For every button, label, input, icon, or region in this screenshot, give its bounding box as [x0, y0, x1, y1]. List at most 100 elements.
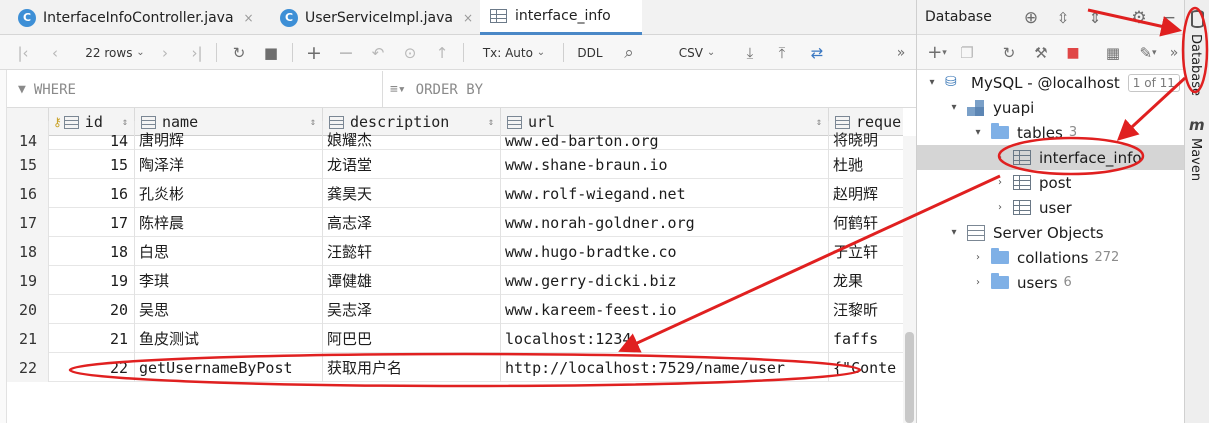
cell-id[interactable]: 20	[49, 295, 135, 324]
tree-node-collations[interactable]: › collations 272	[917, 245, 1185, 270]
close-icon[interactable]: ×	[463, 11, 473, 25]
cell-id[interactable]: 15	[49, 150, 135, 179]
table-row[interactable]: 19 19 李琪 谭健雄 www.gerry-dicki.biz 龙果	[7, 266, 903, 295]
cell-url[interactable]: www.hugo-bradtke.co	[501, 237, 829, 266]
cell-id[interactable]: 14	[49, 121, 135, 150]
vertical-scrollbar[interactable]	[903, 136, 916, 423]
revert-icon[interactable]: ↶	[366, 35, 390, 70]
search-icon[interactable]: ⌕	[617, 35, 641, 70]
cell-description[interactable]: 娘耀杰	[323, 121, 501, 150]
cell-name[interactable]: 陶泽洋	[135, 150, 323, 179]
table-row[interactable]: 22 22 getUsernameByPost 获取用户名 http://loc…	[7, 353, 903, 382]
cell-name[interactable]: 鱼皮测试	[135, 324, 323, 353]
where-filter-input[interactable]: ▼ WHERE	[18, 71, 378, 108]
previous-page-icon[interactable]: ‹	[44, 35, 66, 70]
cell-url[interactable]: localhost:1234	[501, 324, 829, 353]
table-row[interactable]: 15 15 陶泽洋 龙语堂 www.shane-braun.io 杜驰	[7, 150, 903, 179]
expanded-arrow-icon[interactable]: ▾	[947, 102, 961, 113]
cell-url[interactable]: http://localhost:7529/name/user	[501, 353, 829, 382]
compare-icon[interactable]: ⇄	[802, 35, 832, 70]
refresh-icon[interactable]: ↻	[997, 35, 1021, 70]
schema-settings-icon[interactable]: ⚒	[1029, 35, 1053, 70]
toolbar-more-button[interactable]: »	[890, 35, 912, 70]
maven-tool-button[interactable]: Maven	[1188, 138, 1203, 181]
first-page-icon[interactable]: |‹	[12, 35, 34, 70]
cell-id[interactable]: 17	[49, 208, 135, 237]
tree-node-interface-info[interactable]: › interface_info	[917, 145, 1185, 170]
cell-description[interactable]: 谭健雄	[323, 266, 501, 295]
collapsed-arrow-icon[interactable]: ›	[993, 152, 1007, 163]
tree-node-post[interactable]: › post	[917, 170, 1185, 195]
cell-description[interactable]: 龚昊天	[323, 179, 501, 208]
cell-request[interactable]: faffs	[829, 324, 903, 353]
tree-node-users[interactable]: › users 6	[917, 270, 1185, 295]
expanded-arrow-icon[interactable]: ▾	[971, 127, 985, 138]
cell-description[interactable]: 吴志泽	[323, 295, 501, 324]
add-icon[interactable]: + ▾	[923, 35, 951, 70]
refresh-icon[interactable]: ↻	[227, 35, 251, 70]
cell-name[interactable]: getUsernameByPost	[135, 353, 323, 382]
scrollbar-thumb[interactable]	[905, 332, 914, 423]
table-row[interactable]: 18 18 白思 汪懿轩 www.hugo-bradtke.co 于立轩	[7, 237, 903, 266]
export-format-selector[interactable]: CSV ⌄	[668, 35, 726, 70]
order-by-input[interactable]: ≡▾ ORDER BY	[390, 71, 910, 108]
transaction-mode-selector[interactable]: Tx: Auto ⌄	[474, 35, 554, 70]
cell-id[interactable]: 16	[49, 179, 135, 208]
cell-name[interactable]: 吴思	[135, 295, 323, 324]
tab-interface-info[interactable]: interface_info	[480, 0, 642, 35]
cell-description[interactable]: 高志泽	[323, 208, 501, 237]
edit-icon[interactable]: ✎ ▾	[1135, 35, 1161, 70]
cell-request[interactable]: 汪黎昕	[829, 295, 903, 324]
database-tool-button[interactable]: Database	[1188, 34, 1203, 96]
cell-id[interactable]: 21	[49, 324, 135, 353]
cell-url[interactable]: www.ed-barton.org	[501, 121, 829, 150]
cell-name[interactable]: 孔炎彬	[135, 179, 323, 208]
tree-node-user[interactable]: › user	[917, 195, 1185, 220]
cell-name[interactable]: 唐明辉	[135, 121, 323, 150]
tree-node-schema[interactable]: ▾ yuapi	[917, 95, 1185, 120]
tab-interface-info-controller[interactable]: C InterfaceInfoController.java ×	[8, 0, 270, 35]
table-row[interactable]: 21 21 鱼皮测试 阿巴巴 localhost:1234 faffs	[7, 324, 903, 353]
gear-icon[interactable]: ⚙	[1127, 0, 1151, 35]
cell-url[interactable]: www.rolf-wiegand.net	[501, 179, 829, 208]
cell-id[interactable]: 18	[49, 237, 135, 266]
cell-name[interactable]: 白思	[135, 237, 323, 266]
table-row[interactable]: 16 16 孔炎彬 龚昊天 www.rolf-wiegand.net 赵明辉	[7, 179, 903, 208]
tree-node-server-objects[interactable]: ▾ Server Objects	[917, 220, 1185, 245]
next-page-icon[interactable]: ›	[154, 35, 176, 70]
cell-request[interactable]: 将晓明	[829, 121, 903, 150]
copy-icon[interactable]: ❐	[955, 35, 979, 70]
collapsed-arrow-icon[interactable]: ›	[993, 177, 1007, 188]
upload-icon[interactable]: ⤒	[770, 35, 794, 70]
tree-node-tables[interactable]: ▾ tables 3	[917, 120, 1185, 145]
cell-request[interactable]: 龙果	[829, 266, 903, 295]
cell-name[interactable]: 李琪	[135, 266, 323, 295]
download-icon[interactable]: ⤓	[738, 35, 762, 70]
preview-icon[interactable]: ⊙	[398, 35, 422, 70]
cell-request[interactable]: 赵明辉	[829, 179, 903, 208]
crosshair-icon[interactable]: ⊕	[1019, 0, 1043, 35]
table-row[interactable]: 20 20 吴思 吴志泽 www.kareem-feest.io 汪黎昕	[7, 295, 903, 324]
submit-icon[interactable]: ↑	[430, 35, 454, 70]
collapsed-arrow-icon[interactable]: ›	[971, 252, 985, 263]
cell-request[interactable]: 于立轩	[829, 237, 903, 266]
collapsed-arrow-icon[interactable]: ›	[993, 202, 1007, 213]
cell-description[interactable]: 获取用户名	[323, 353, 501, 382]
table-view-icon[interactable]: ▦	[1101, 35, 1125, 70]
collapse-all-icon[interactable]: ⇳	[1051, 0, 1075, 35]
cell-url[interactable]: www.norah-goldner.org	[501, 208, 829, 237]
expanded-arrow-icon[interactable]: ▾	[947, 227, 961, 238]
collapsed-arrow-icon[interactable]: ›	[971, 277, 985, 288]
last-page-icon[interactable]: ›|	[186, 35, 208, 70]
cell-description[interactable]: 龙语堂	[323, 150, 501, 179]
stop-icon[interactable]: ■	[1061, 35, 1085, 70]
cell-name[interactable]: 陈梓晨	[135, 208, 323, 237]
minimize-icon[interactable]: −	[1157, 0, 1181, 35]
table-row[interactable]: 14 14 唐明辉 娘耀杰 www.ed-barton.org 将晓明	[7, 121, 903, 150]
add-row-icon[interactable]: +	[302, 35, 326, 70]
cell-request[interactable]: {"Conte	[829, 353, 903, 382]
tree-node-datasource[interactable]: ▾ ⛁ MySQL - @localhost 1 of 11	[917, 70, 1185, 95]
cell-url[interactable]: www.kareem-feest.io	[501, 295, 829, 324]
cell-description[interactable]: 汪懿轩	[323, 237, 501, 266]
ddl-button[interactable]: DDL	[572, 35, 608, 70]
